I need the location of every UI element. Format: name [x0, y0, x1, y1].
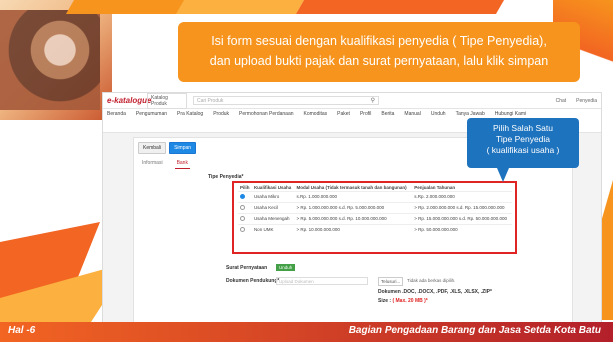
column-header: Kualifikasi Usaha: [253, 185, 292, 190]
tipe-penyedia-label: Tipe Penyedia*: [208, 174, 244, 180]
radio-cell: [238, 213, 252, 225]
table-cell-modal: > Rp. 5.000.000.000 s.d. Rp. 10.000.000.…: [294, 213, 413, 225]
tipe-penyedia-table: Pilih Kualifikasi Usaha Modal Usaha (Tid…: [238, 184, 512, 235]
catalog-select[interactable]: Katalog Produk: [147, 93, 187, 109]
organization-name: Bagian Pengadaan Barang dan Jasa Setda K…: [348, 325, 601, 336]
slide-footer: Hal -6 Bagian Pengadaan Barang dan Jasa …: [0, 322, 613, 342]
app-logo[interactable]: e-katalogue: [107, 96, 151, 105]
table-cell-kualifikasi: Usaha Mikro: [251, 191, 295, 203]
nav-pengumuman[interactable]: Pengumuman: [136, 111, 167, 117]
form-tabs: Informasi Bank: [140, 160, 190, 169]
table-cell-penjualan: > Rp. 50.000.000.000: [412, 224, 512, 235]
table-cell-penjualan: s.Rp. 2.000.000.000: [412, 191, 512, 203]
callout-line: ( kualifikasi usaha ): [486, 145, 560, 155]
kualifikasi-radio[interactable]: [240, 205, 245, 210]
nav-profil[interactable]: Profil: [360, 111, 371, 117]
radio-cell: [238, 224, 252, 235]
table-header-row: Pilih Kualifikasi Usaha Modal Usaha (Tid…: [238, 184, 512, 192]
decorative-stripe: [295, 0, 505, 14]
presentation-slide: e-katalogue Katalog Produk Cari Produk ⚲…: [0, 0, 613, 342]
dokumen-pendukung-label: Dokumen Pendukung*: [226, 278, 280, 284]
surat-pernyataan-label: Surat Pernyataan: [226, 265, 268, 271]
callout-line: Pilih Salah Satu: [492, 123, 553, 133]
download-button[interactable]: Unduh: [276, 264, 296, 271]
file-status: Tidak ada berkas dipilih.: [407, 278, 456, 283]
action-buttons: Kembali Simpan: [138, 142, 197, 154]
table-cell-modal: > Rp. 1.000.000.000 s.d. Rp. 5.000.000.0…: [294, 202, 413, 214]
table-row[interactable]: Usaha Menengah > Rp. 5.000.000.000 s.d. R…: [238, 213, 512, 225]
corner-photo: [0, 10, 100, 110]
kualifikasi-radio[interactable]: [240, 216, 245, 221]
nav-beranda[interactable]: Beranda: [107, 111, 126, 117]
search-icon[interactable]: ⚲: [371, 97, 375, 104]
kualifikasi-radio[interactable]: [240, 194, 245, 199]
tipe-penyedia-callout: Pilih Salah Satu Tipe Penyedia ( kualifi…: [467, 118, 579, 182]
page-number: Hal -6: [8, 325, 36, 336]
document-type-note: Dokumen .DOC, .DOCX, .PDF, .XLS, .XLSX, …: [378, 289, 492, 295]
callout-line: dan upload bukti pajak dan surat pernyat…: [209, 54, 549, 68]
table-row[interactable]: Usaha Kecil > Rp. 1.000.000.000 s.d. Rp. …: [238, 202, 512, 214]
radio-cell: [238, 202, 252, 214]
size-note-prefix: Size :: [378, 298, 393, 304]
chat-link[interactable]: Chat: [556, 98, 567, 104]
size-note-value: ( Max. 20 MB )*: [392, 298, 428, 304]
tab-informasi[interactable]: Informasi: [140, 160, 165, 169]
nav-manual[interactable]: Manual: [404, 111, 420, 117]
table-cell-kualifikasi: Non UMK: [251, 224, 295, 235]
nav-produk[interactable]: Produk: [213, 111, 229, 117]
nav-pra-katalog[interactable]: Pra Katalog: [177, 111, 203, 117]
kualifikasi-radio[interactable]: [240, 227, 245, 232]
instruction-callout: Isi form sesuai dengan kualifikasi penye…: [178, 22, 580, 82]
nav-permohonan[interactable]: Permohonan Perdanaan: [239, 111, 294, 117]
table-cell-kualifikasi: Usaha Kecil: [251, 202, 295, 214]
dokumen-input[interactable]: Upload Dokumen: [276, 277, 368, 285]
nav-paket[interactable]: Paket: [337, 111, 350, 117]
table-cell-modal: > Rp. 10.000.000.000: [294, 224, 413, 235]
top-right-menu: Chat Penyedia: [556, 98, 597, 104]
radio-cell: [238, 191, 252, 203]
top-bar: e-katalogue Katalog Produk Cari Produk ⚲…: [103, 93, 601, 109]
search-input[interactable]: Cari Produk ⚲: [193, 96, 379, 105]
user-menu[interactable]: Penyedia: [576, 98, 597, 104]
column-header: Pilih: [240, 185, 250, 190]
table-cell-penjualan: > Rp. 15.000.000.000 s.d. Rp. 50.000.000…: [412, 213, 512, 225]
table-cell-kualifikasi: Usaha Menengah: [251, 213, 295, 225]
tab-bank[interactable]: Bank: [174, 160, 190, 169]
column-header: Penjualan Tahunan: [414, 185, 456, 190]
table-cell-penjualan: > Rp. 2.000.000.000 s.d. Rp. 15.000.000.…: [412, 202, 512, 214]
size-note: Size : ( Max. 20 MB )*: [378, 298, 428, 304]
nav-unduh[interactable]: Unduh: [431, 111, 446, 117]
browse-file-button[interactable]: Telusuri...: [378, 277, 404, 286]
nav-hubungi-kami[interactable]: Hubungi Kami: [495, 111, 526, 117]
callout-line: Tipe Penyedia: [495, 134, 551, 144]
table-cell-modal: s.Rp. 1.000.000.000: [294, 191, 413, 203]
nav-berita[interactable]: Berita: [381, 111, 394, 117]
table-row[interactable]: Usaha Mikro s.Rp. 1.000.000.000 s.Rp. 2.00…: [238, 191, 512, 203]
column-header: Modal Usaha (Tidak termasuk tanah dan ba…: [296, 185, 407, 190]
search-placeholder: Cari Produk: [197, 98, 224, 104]
table-body: Usaha Mikro s.Rp. 1.000.000.000 s.Rp. 2.00…: [238, 191, 512, 235]
decorative-stripe: [175, 0, 305, 14]
back-button[interactable]: Kembali: [138, 142, 167, 154]
nav-komoditas[interactable]: Komoditas: [304, 111, 328, 117]
callout-line: Isi form sesuai dengan kualifikasi penye…: [211, 34, 547, 48]
save-button[interactable]: Simpan: [169, 142, 197, 154]
table-row[interactable]: Non UMK > Rp. 10.000.000.000 > Rp. 50.000.…: [238, 224, 512, 235]
nav-tanya-jawab[interactable]: Tanya Jawab: [456, 111, 485, 117]
